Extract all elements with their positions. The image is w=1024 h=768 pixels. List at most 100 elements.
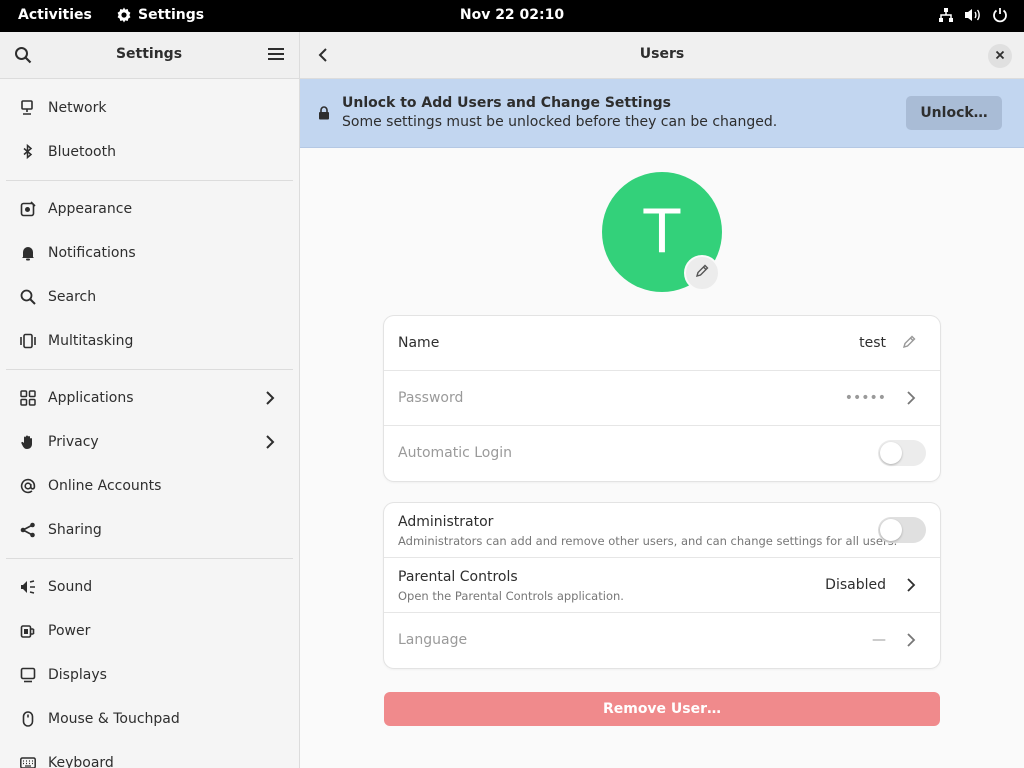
sidebar-item-label: Power [48, 623, 91, 639]
sidebar-header: Settings [0, 32, 299, 79]
language-row[interactable]: Language — [384, 613, 940, 668]
chevron-right-icon [906, 390, 916, 410]
account-card: Name test Password ••••• Automatic Login [384, 316, 940, 481]
sidebar-item-displays[interactable]: Displays [0, 653, 299, 697]
automatic-login-row: Automatic Login [384, 426, 940, 481]
password-value: ••••• [844, 390, 886, 406]
sidebar-item-label: Sound [48, 579, 93, 595]
sidebar-item-label: Online Accounts [48, 478, 162, 494]
app-menu[interactable]: Settings [116, 7, 204, 23]
sidebar: Settings Network Bluetooth Appearance No… [0, 32, 300, 768]
switch-knob [880, 442, 902, 464]
activities-button[interactable]: Activities [18, 7, 92, 23]
sidebar-item-network[interactable]: Network [0, 86, 299, 130]
clock[interactable]: Nov 22 02:10 [460, 7, 564, 23]
sidebar-item-online-accounts[interactable]: Online Accounts [0, 464, 299, 508]
sidebar-title: Settings [115, 46, 183, 62]
lock-icon [318, 106, 330, 124]
users-panel: Users Unlock to Add Users and Change Set… [300, 32, 1024, 768]
sidebar-item-label: Search [48, 289, 97, 305]
network-wired-icon [938, 7, 954, 23]
power-plug-icon [20, 623, 36, 639]
parental-controls-row[interactable]: Parental Controls Open the Parental Cont… [384, 558, 940, 613]
hand-icon [20, 434, 36, 450]
bell-icon [20, 245, 36, 261]
sidebar-item-label: Appearance [48, 201, 133, 217]
pencil-icon[interactable] [902, 335, 916, 353]
mouse-icon [20, 711, 36, 727]
administrator-switch[interactable] [878, 517, 926, 543]
sidebar-item-appearance[interactable]: Appearance [0, 187, 299, 231]
unlock-button[interactable]: Unlock… [906, 96, 1002, 130]
chevron-right-icon [265, 390, 275, 410]
switch-knob [880, 519, 902, 541]
sidebar-item-applications[interactable]: Applications [0, 376, 299, 420]
sidebar-item-mouse-touchpad[interactable]: Mouse & Touchpad [0, 697, 299, 741]
automatic-login-switch[interactable] [878, 440, 926, 466]
sidebar-item-label: Applications [48, 390, 134, 406]
keyboard-icon [20, 755, 36, 768]
sidebar-item-privacy[interactable]: Privacy [0, 420, 299, 464]
sidebar-item-power[interactable]: Power [0, 609, 299, 653]
gear-icon [116, 7, 132, 23]
sidebar-item-label: Notifications [48, 245, 136, 261]
language-label: Language [398, 632, 468, 648]
at-icon [20, 478, 36, 494]
name-label: Name [398, 335, 440, 351]
sidebar-item-keyboard[interactable]: Keyboard [0, 741, 299, 768]
language-value: — [872, 632, 886, 648]
chevron-right-icon [265, 434, 275, 454]
unlock-banner: Unlock to Add Users and Change Settings … [300, 79, 1024, 148]
banner-title: Unlock to Add Users and Change Settings [342, 95, 671, 111]
multitasking-icon [20, 333, 36, 349]
parental-controls-value: Disabled [825, 577, 886, 593]
avatar-edit-button[interactable] [684, 255, 720, 291]
hamburger-menu-icon[interactable] [268, 47, 284, 65]
sidebar-divider [6, 558, 293, 559]
display-icon [20, 667, 36, 683]
sidebar-item-label: Privacy [48, 434, 99, 450]
avatar-letter: T [643, 197, 681, 267]
sidebar-item-label: Network [48, 100, 107, 116]
password-row[interactable]: Password ••••• [384, 371, 940, 426]
banner-subtitle: Some settings must be unlocked before th… [342, 114, 778, 130]
sidebar-item-label: Multitasking [48, 333, 134, 349]
sidebar-item-search[interactable]: Search [0, 275, 299, 319]
power-icon [992, 7, 1008, 23]
sidebar-item-sharing[interactable]: Sharing [0, 508, 299, 552]
volume-icon [964, 7, 982, 23]
sidebar-divider [6, 180, 293, 181]
speaker-icon [20, 579, 36, 595]
page-title: Users [639, 46, 685, 62]
parental-controls-label: Parental Controls [398, 569, 518, 585]
panel-header: Users [300, 32, 1024, 79]
chevron-right-icon [906, 577, 916, 597]
top-bar: Activities Settings Nov 22 02:10 [0, 0, 1024, 32]
system-tray[interactable] [938, 7, 1008, 23]
parental-controls-description: Open the Parental Controls application. [398, 589, 624, 603]
sidebar-item-multitasking[interactable]: Multitasking [0, 319, 299, 363]
sidebar-item-label: Displays [48, 667, 107, 683]
sidebar-item-notifications[interactable]: Notifications [0, 231, 299, 275]
sidebar-item-label: Keyboard [48, 755, 114, 768]
sidebar-item-label: Bluetooth [48, 144, 116, 160]
name-value: test [859, 335, 886, 351]
sidebar-item-bluetooth[interactable]: Bluetooth [0, 130, 299, 174]
remove-user-button[interactable]: Remove User… [384, 692, 940, 726]
chevron-right-icon [906, 632, 916, 652]
password-label: Password [398, 390, 464, 406]
sidebar-divider [6, 369, 293, 370]
share-icon [20, 522, 36, 538]
apps-grid-icon [20, 390, 36, 406]
bluetooth-icon [20, 144, 36, 160]
pencil-icon [695, 264, 709, 282]
network-icon [20, 100, 36, 116]
close-icon [995, 48, 1005, 64]
name-row[interactable]: Name test [384, 316, 940, 371]
close-button[interactable] [988, 44, 1012, 68]
administrator-label: Administrator [398, 514, 494, 530]
app-name: Settings [138, 7, 205, 23]
automatic-login-label: Automatic Login [398, 445, 513, 461]
sidebar-item-sound[interactable]: Sound [0, 565, 299, 609]
search-icon [20, 289, 36, 305]
